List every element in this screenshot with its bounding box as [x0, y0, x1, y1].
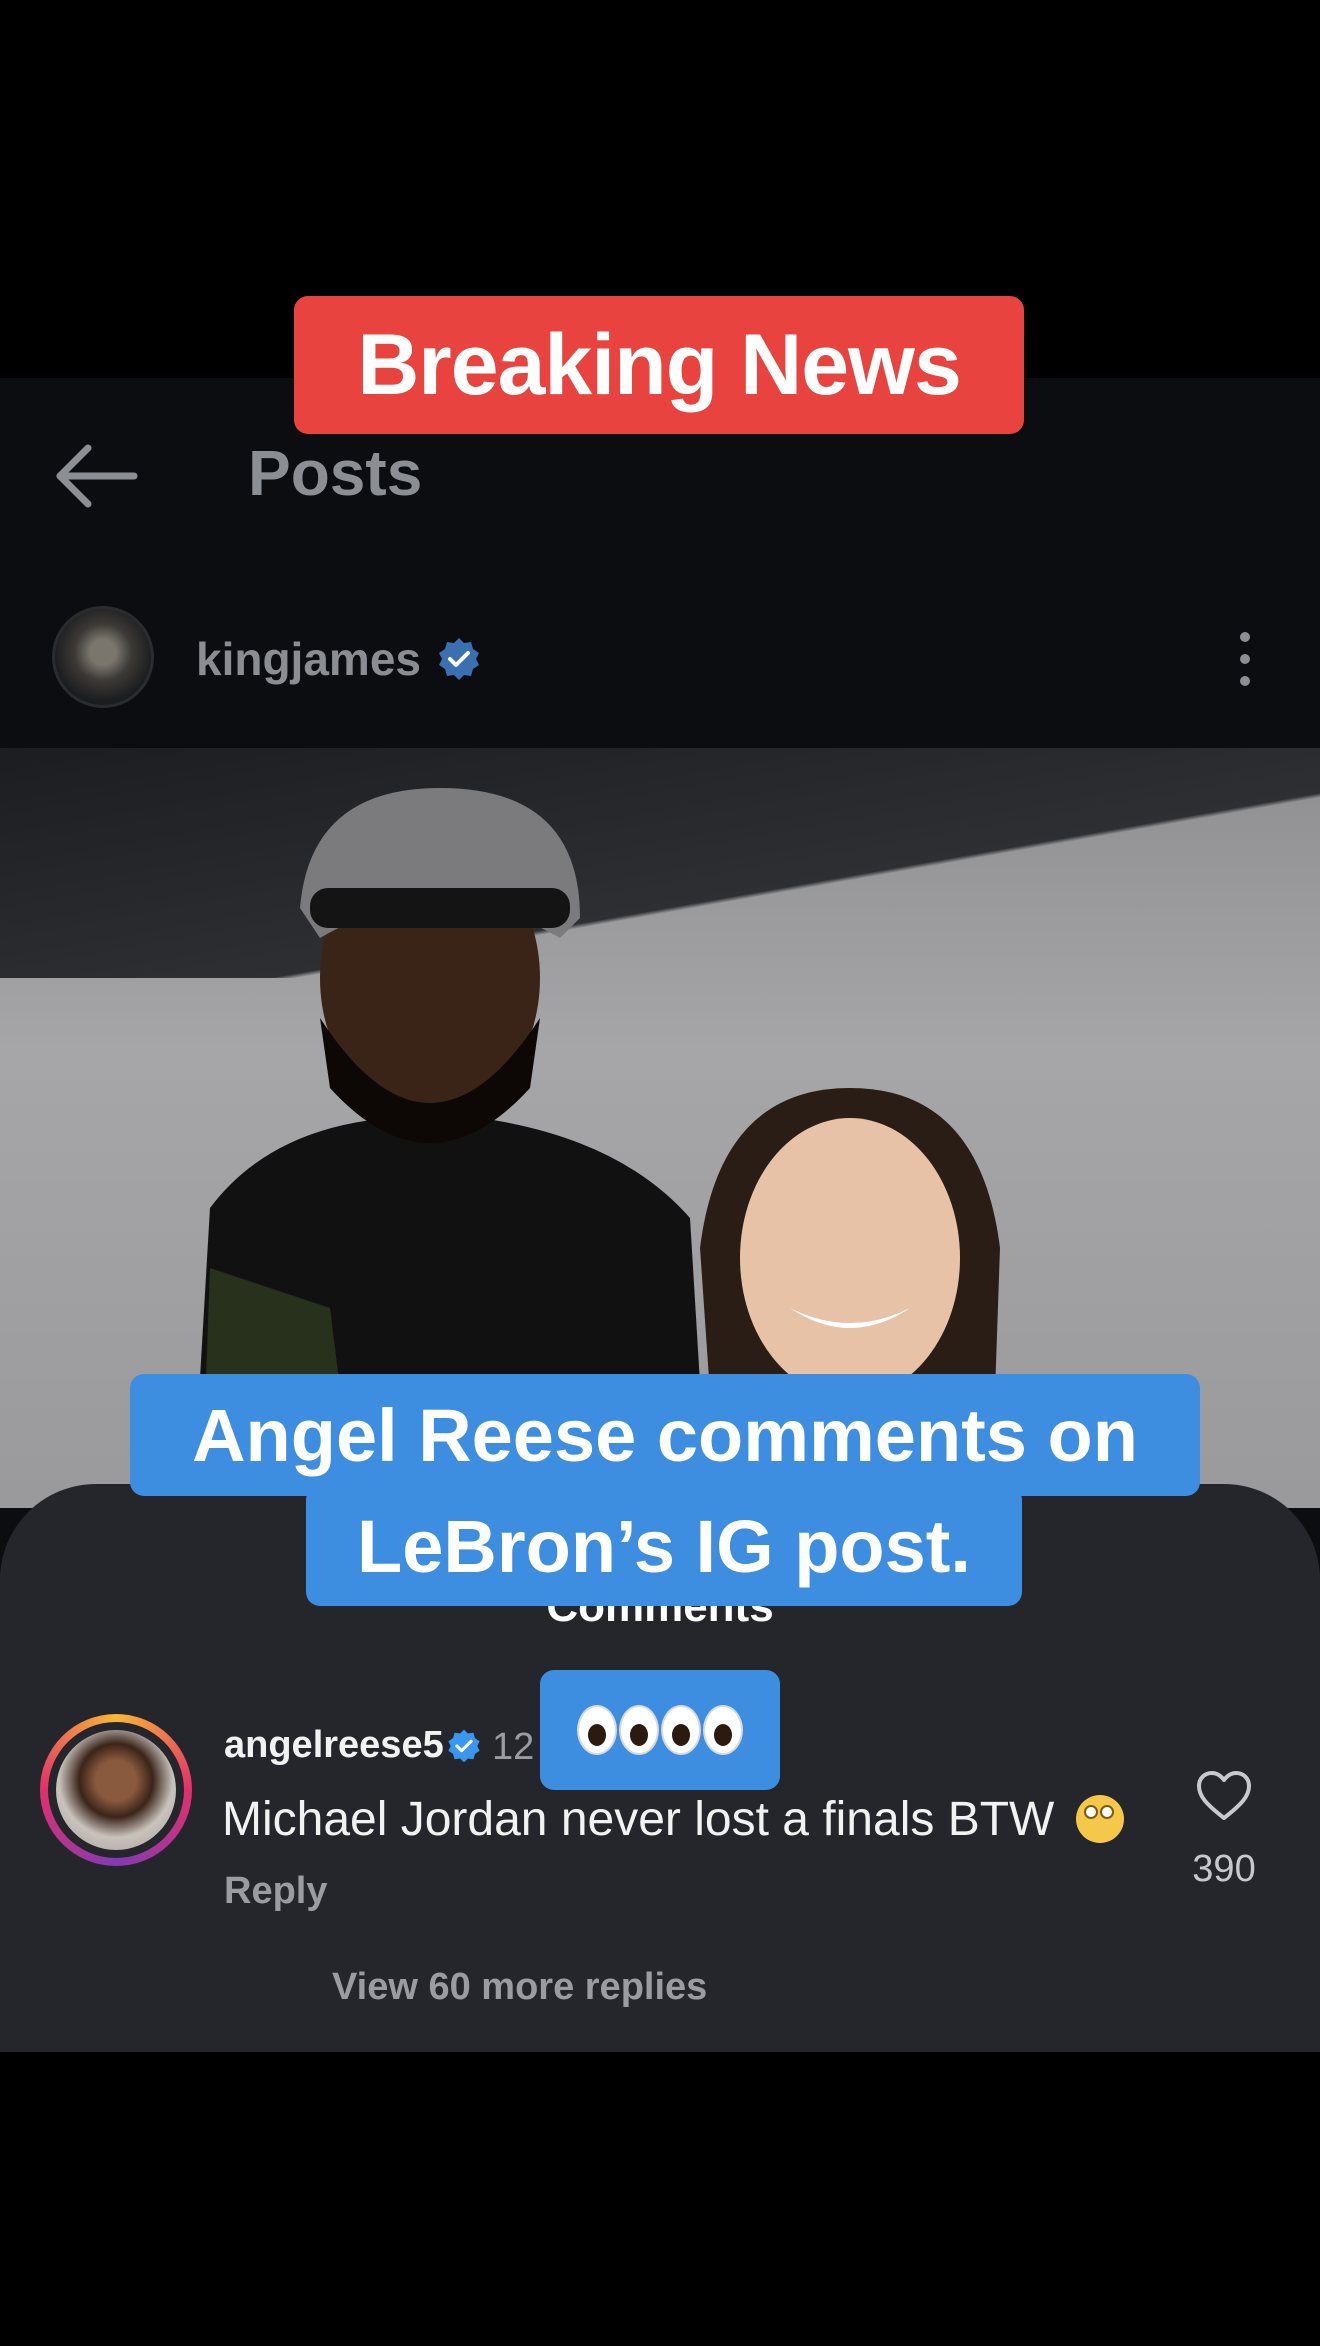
face-with-rolling-eyes-icon	[1075, 1795, 1124, 1843]
eye-emoji-icon	[661, 1705, 701, 1755]
eyes-emoji-badge	[540, 1670, 780, 1790]
bottom-black-bar	[0, 2052, 1320, 2346]
eye-emoji-icon	[619, 1705, 659, 1755]
heart-icon[interactable]	[1196, 1770, 1252, 1822]
comment-timestamp: 12	[492, 1726, 535, 1768]
breaking-news-banner: Breaking News	[294, 296, 1024, 434]
view-more-replies-button[interactable]: View 60 more replies	[332, 1966, 707, 2009]
verified-badge-icon	[448, 1729, 480, 1763]
author-username[interactable]: kingjames	[196, 632, 421, 686]
more-vertical-icon[interactable]	[1224, 628, 1266, 690]
eye-emoji-icon	[577, 1705, 617, 1755]
author-avatar[interactable]	[52, 606, 154, 708]
reply-button[interactable]: Reply	[224, 1870, 327, 1913]
verified-badge-icon	[439, 638, 479, 680]
commenter-avatar[interactable]	[56, 1730, 176, 1850]
arrow-left-icon[interactable]	[54, 440, 138, 512]
page-title: Posts	[248, 437, 423, 509]
commenter-username[interactable]: angelreese5	[224, 1724, 444, 1767]
eye-emoji-icon	[703, 1705, 743, 1755]
caption-line-2: LeBron’s IG post.	[306, 1486, 1022, 1606]
like-count: 390	[1192, 1848, 1256, 1890]
caption-line-1: Angel Reese comments on	[130, 1374, 1200, 1496]
comment-text: Michael Jordan never lost a finals BTW	[222, 1792, 1124, 1847]
